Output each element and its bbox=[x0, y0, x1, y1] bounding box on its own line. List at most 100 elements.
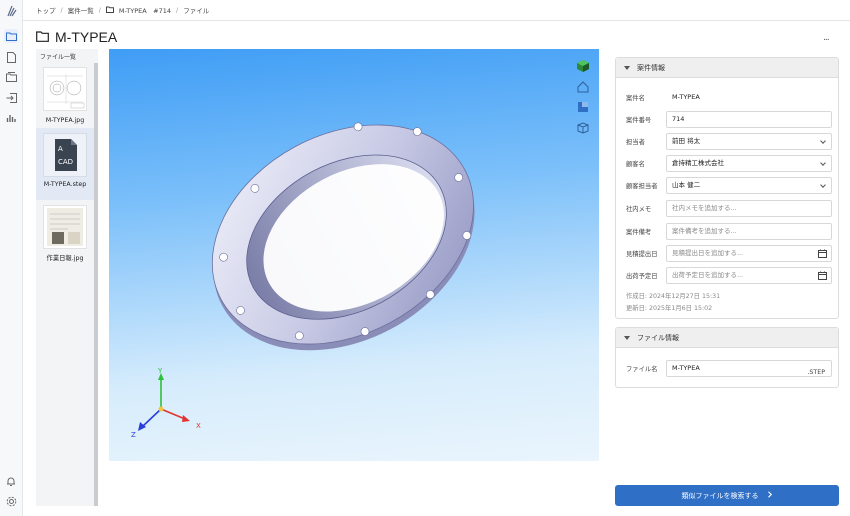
nav-settings-gear-icon[interactable] bbox=[4, 494, 18, 508]
assignee-value: 前田 将太 bbox=[672, 137, 701, 145]
nav-folders-icon[interactable] bbox=[4, 70, 18, 84]
view-cube-icon[interactable] bbox=[576, 59, 590, 73]
folder-icon bbox=[105, 6, 114, 15]
breadcrumb-separator: / bbox=[98, 6, 101, 14]
file-name: 作業日報.jpg bbox=[46, 255, 84, 262]
nav-cases-folder-icon[interactable] bbox=[4, 29, 18, 43]
nav-analytics-icon[interactable] bbox=[4, 111, 18, 125]
field-label: 担当者 bbox=[626, 139, 645, 146]
svg-text:A: A bbox=[58, 145, 63, 153]
file-info-title: ファイル情報 bbox=[637, 333, 679, 342]
app-logo-icon[interactable] bbox=[4, 4, 18, 18]
search-similar-label: 類似ファイルを検索する bbox=[681, 491, 759, 500]
chevron-down-icon bbox=[820, 182, 826, 188]
field-label: 案件備考 bbox=[626, 229, 652, 236]
internal-memo-input[interactable]: 社内メモを追加する... bbox=[666, 200, 832, 217]
nav-bell-icon[interactable] bbox=[4, 474, 18, 488]
nav-rail bbox=[0, 0, 23, 516]
field-label: 社内メモ bbox=[626, 206, 652, 213]
chevron-right-icon bbox=[767, 491, 773, 500]
case-notes-input[interactable]: 案件備考を追加する... bbox=[666, 223, 832, 240]
file-list-header: ファイル一覧 bbox=[40, 54, 77, 61]
folder-icon bbox=[36, 30, 49, 44]
header-divider bbox=[23, 20, 850, 21]
search-similar-files-button[interactable]: 類似ファイルを検索する bbox=[615, 485, 839, 506]
file-name: M-TYPEA.step bbox=[43, 181, 87, 188]
customer-value: 倉持精工株式会社 bbox=[672, 159, 724, 167]
field-file-name: ファイル名 M-TYPEA .STEP bbox=[616, 360, 840, 377]
assignee-select[interactable]: 前田 将太 bbox=[666, 133, 832, 150]
field-case-number: 案件番号 714 bbox=[616, 111, 840, 128]
field-case-notes: 案件備考 案件備考を追加する... bbox=[616, 223, 840, 240]
chevron-down-icon bbox=[820, 160, 826, 166]
file-list-item-selected[interactable]: A CAD M-TYPEA.step bbox=[36, 128, 94, 200]
customer-contact-select[interactable]: 山本 健二 bbox=[666, 177, 832, 194]
quote-date-placeholder: 見積提出日を追加する... bbox=[672, 249, 744, 257]
home-view-icon[interactable] bbox=[576, 80, 590, 94]
customer-contact-value: 山本 健二 bbox=[672, 181, 701, 189]
created-timestamp: 作成日: 2024年12月27日 15:31 bbox=[626, 293, 721, 300]
field-internal-memo: 社内メモ 社内メモを追加する... bbox=[616, 200, 840, 217]
chevron-down-icon bbox=[820, 138, 826, 144]
axis-label-z: Z bbox=[131, 431, 136, 439]
axis-triad bbox=[138, 373, 190, 431]
file-extension: .STEP bbox=[807, 369, 825, 376]
ship-date-placeholder: 出荷予定日を追加する... bbox=[672, 271, 744, 279]
breadcrumb-case-list[interactable]: 案件一覧 bbox=[68, 5, 94, 15]
field-case-name: 案件名 M-TYPEA bbox=[616, 89, 840, 106]
file-list-scrollbar[interactable] bbox=[94, 63, 98, 506]
field-ship-date: 出荷予定日 出荷予定日を追加する... bbox=[616, 267, 840, 284]
field-customer: 顧客名 倉持精工株式会社 bbox=[616, 155, 840, 172]
calendar-icon[interactable] bbox=[818, 271, 827, 286]
page-title: M-TYPEA bbox=[55, 29, 118, 45]
nav-import-icon[interactable] bbox=[4, 91, 18, 105]
cad-model-ring-flange bbox=[138, 122, 475, 431]
file-list-item[interactable]: M-TYPEA.jpg bbox=[36, 63, 94, 127]
breadcrumb: トップ / 案件一覧 / M-TYPEA #714 / ファイル bbox=[36, 4, 209, 16]
file-list-item[interactable]: 作業日報.jpg bbox=[36, 201, 94, 269]
breadcrumb-separator: / bbox=[176, 6, 179, 14]
field-label: 顧客名 bbox=[626, 161, 645, 168]
case-info-header[interactable]: 案件情報 bbox=[616, 58, 838, 78]
breadcrumb-top[interactable]: トップ bbox=[36, 5, 56, 15]
field-customer-contact: 顧客担当者 山本 健二 bbox=[616, 177, 840, 194]
field-label: 案件番号 bbox=[626, 117, 652, 124]
cad-3d-viewer[interactable]: Y X Z bbox=[109, 49, 599, 461]
field-label: 案件名 bbox=[626, 95, 645, 102]
case-number-input[interactable]: 714 bbox=[666, 111, 832, 128]
file-thumbnail-drawing bbox=[43, 67, 87, 111]
axis-label-y: Y bbox=[158, 367, 163, 375]
file-thumbnail-report bbox=[43, 205, 87, 249]
nav-document-icon[interactable] bbox=[4, 50, 18, 64]
more-options-button[interactable]: ... bbox=[823, 33, 830, 43]
file-list-panel: ファイル一覧 M-TYPEA.jpg A CAD M-TYPEA.step 作業… bbox=[36, 49, 98, 506]
case-info-title: 案件情報 bbox=[637, 63, 665, 72]
quote-date-input[interactable]: 見積提出日を追加する... bbox=[666, 245, 832, 262]
field-label: ファイル名 bbox=[626, 366, 658, 373]
collapse-caret-icon bbox=[624, 65, 630, 70]
field-label: 顧客担当者 bbox=[626, 183, 658, 190]
page-header: M-TYPEA bbox=[36, 28, 117, 46]
field-label: 見積提出日 bbox=[626, 251, 658, 258]
breadcrumb-separator: / bbox=[60, 6, 63, 14]
updated-timestamp: 更新日: 2025年1月6日 15:02 bbox=[626, 305, 713, 312]
shaded-view-icon[interactable] bbox=[576, 100, 590, 114]
collapse-caret-icon bbox=[624, 335, 630, 340]
customer-select[interactable]: 倉持精工株式会社 bbox=[666, 155, 832, 172]
field-assignee: 担当者 前田 将太 bbox=[616, 133, 840, 150]
wireframe-view-icon[interactable] bbox=[576, 121, 590, 135]
file-name-input[interactable]: M-TYPEA .STEP bbox=[666, 360, 832, 377]
file-info-panel: ファイル情報 ファイル名 M-TYPEA .STEP bbox=[615, 327, 839, 388]
file-name: M-TYPEA.jpg bbox=[45, 117, 85, 124]
breadcrumb-case[interactable]: M-TYPEA #714 bbox=[119, 5, 171, 15]
file-info-header[interactable]: ファイル情報 bbox=[616, 328, 838, 348]
field-quote-date: 見積提出日 見積提出日を追加する... bbox=[616, 245, 840, 262]
file-name-value: M-TYPEA bbox=[672, 364, 700, 372]
breadcrumb-files: ファイル bbox=[183, 7, 210, 15]
calendar-icon[interactable] bbox=[818, 249, 827, 264]
case-info-panel: 案件情報 案件名 M-TYPEA 案件番号 714 担当者 前田 将太 顧客名 … bbox=[615, 57, 839, 319]
ship-date-input[interactable]: 出荷予定日を追加する... bbox=[666, 267, 832, 284]
case-name-input[interactable]: M-TYPEA bbox=[666, 89, 832, 106]
cad-file-icon: A CAD bbox=[43, 133, 87, 177]
svg-text:CAD: CAD bbox=[58, 158, 73, 166]
